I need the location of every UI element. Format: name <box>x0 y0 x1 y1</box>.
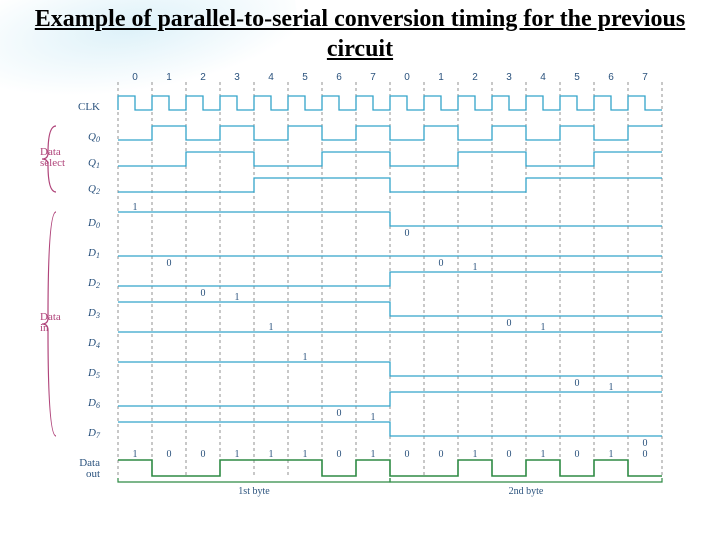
svg-text:0: 0 <box>575 378 580 389</box>
svg-text:1: 1 <box>371 412 376 423</box>
svg-text:4: 4 <box>268 72 274 83</box>
svg-text:0: 0 <box>507 449 512 460</box>
svg-text:Q1: Q1 <box>88 157 100 170</box>
svg-text:0: 0 <box>201 449 206 460</box>
svg-text:1: 1 <box>541 322 546 333</box>
d0-waveform <box>118 212 662 226</box>
svg-text:1: 1 <box>609 449 614 460</box>
svg-text:in: in <box>40 322 49 334</box>
svg-text:4: 4 <box>540 72 546 83</box>
svg-text:7: 7 <box>642 72 648 83</box>
svg-text:6: 6 <box>336 72 342 83</box>
d6-waveform <box>118 392 662 406</box>
q1-waveform <box>118 152 662 166</box>
svg-text:1: 1 <box>609 382 614 393</box>
svg-text:1: 1 <box>235 449 240 460</box>
svg-text:0: 0 <box>507 318 512 329</box>
svg-text:D2: D2 <box>87 277 100 290</box>
svg-text:5: 5 <box>574 72 580 83</box>
svg-text:out: out <box>86 468 100 480</box>
svg-text:CLK: CLK <box>78 101 100 113</box>
page-title: Example of parallel-to-serial conversion… <box>0 4 720 64</box>
svg-text:3: 3 <box>506 72 512 83</box>
d2-waveform <box>118 272 662 286</box>
svg-text:D1: D1 <box>87 247 100 260</box>
clk-waveform <box>118 96 662 110</box>
svg-text:1: 1 <box>133 202 138 213</box>
d7-waveform <box>118 422 662 436</box>
q0-waveform <box>118 126 662 140</box>
svg-text:D6: D6 <box>87 397 100 410</box>
svg-text:D3: D3 <box>87 307 100 320</box>
svg-text:select: select <box>40 157 65 169</box>
byte1-label: 1st byte <box>238 486 270 497</box>
svg-text:0: 0 <box>201 288 206 299</box>
data-out-waveform <box>118 460 662 476</box>
svg-text:1: 1 <box>235 292 240 303</box>
svg-text:0: 0 <box>404 72 410 83</box>
svg-text:1: 1 <box>269 449 274 460</box>
svg-text:3: 3 <box>234 72 240 83</box>
svg-text:Q0: Q0 <box>88 131 100 144</box>
svg-text:0: 0 <box>439 258 444 269</box>
svg-text:D7: D7 <box>87 427 101 440</box>
svg-text:1: 1 <box>269 322 274 333</box>
svg-text:0: 0 <box>643 449 648 460</box>
svg-text:0: 0 <box>405 449 410 460</box>
svg-text:0: 0 <box>337 449 342 460</box>
svg-text:D5: D5 <box>87 367 100 380</box>
d5-waveform <box>118 362 662 376</box>
svg-text:0: 0 <box>132 72 138 83</box>
svg-text:0: 0 <box>167 449 172 460</box>
svg-text:Q2: Q2 <box>88 183 100 196</box>
q2-waveform <box>118 178 662 192</box>
d3-waveform <box>118 302 662 316</box>
svg-text:D0: D0 <box>87 217 100 230</box>
timing-diagram: 0123456701234567CLKQ0Q1Q2DataselectD010D… <box>38 72 698 530</box>
svg-text:0: 0 <box>167 258 172 269</box>
svg-text:1: 1 <box>166 72 172 83</box>
svg-text:1: 1 <box>541 449 546 460</box>
svg-text:0: 0 <box>439 449 444 460</box>
svg-text:2: 2 <box>200 72 206 83</box>
svg-text:1: 1 <box>371 449 376 460</box>
svg-text:1: 1 <box>303 352 308 363</box>
svg-text:1: 1 <box>473 262 478 273</box>
svg-text:1: 1 <box>473 449 478 460</box>
svg-text:0: 0 <box>643 438 648 449</box>
svg-text:1: 1 <box>133 449 138 460</box>
svg-text:5: 5 <box>302 72 308 83</box>
svg-text:0: 0 <box>337 408 342 419</box>
svg-text:1: 1 <box>438 72 444 83</box>
svg-text:6: 6 <box>608 72 614 83</box>
svg-text:7: 7 <box>370 72 376 83</box>
svg-text:0: 0 <box>575 449 580 460</box>
svg-text:0: 0 <box>405 228 410 239</box>
svg-text:2: 2 <box>472 72 478 83</box>
svg-text:1: 1 <box>303 449 308 460</box>
svg-text:D4: D4 <box>87 337 100 350</box>
byte2-label: 2nd byte <box>509 486 544 497</box>
